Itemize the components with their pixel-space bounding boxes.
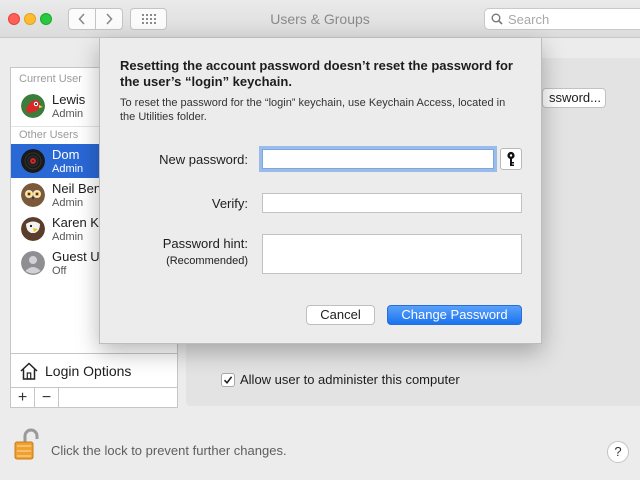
chevron-right-icon bbox=[106, 13, 113, 25]
user-name: Dom bbox=[52, 147, 80, 162]
new-password-label: New password: bbox=[159, 152, 248, 167]
verify-password-field[interactable] bbox=[262, 193, 522, 213]
show-all-button[interactable] bbox=[130, 8, 167, 30]
login-options-label: Login Options bbox=[45, 362, 132, 379]
user-role: Admin bbox=[52, 108, 84, 120]
remove-user-button[interactable]: − bbox=[35, 388, 59, 408]
admin-checkbox[interactable] bbox=[221, 372, 235, 387]
parrot-avatar-icon bbox=[21, 94, 45, 118]
help-button[interactable]: ? bbox=[607, 441, 629, 463]
current-user-header: Current User bbox=[19, 73, 82, 85]
guest-avatar-icon bbox=[21, 251, 45, 275]
user-name: Guest U bbox=[52, 249, 100, 264]
sheet-title: Resetting the account password doesn’t r… bbox=[120, 58, 513, 89]
owl-avatar-icon bbox=[21, 183, 45, 207]
password-hint-field[interactable] bbox=[262, 234, 522, 274]
admin-checkbox-label: Allow user to administer this computer bbox=[240, 372, 460, 387]
chevron-left-icon bbox=[78, 13, 85, 25]
user-name: Neil Ben bbox=[52, 181, 102, 196]
vinyl-record-avatar-icon bbox=[21, 149, 45, 173]
forward-button[interactable] bbox=[95, 8, 123, 30]
house-icon bbox=[20, 361, 38, 380]
new-password-field[interactable] bbox=[262, 149, 494, 169]
grid-icon bbox=[141, 14, 156, 24]
verify-label: Verify: bbox=[211, 196, 248, 211]
zoom-window-button[interactable] bbox=[40, 13, 52, 25]
search-placeholder: Search bbox=[508, 11, 550, 27]
search-field[interactable]: Search bbox=[484, 8, 640, 30]
password-hint-sublabel: (Recommended) bbox=[166, 255, 248, 267]
title-bar: Users & Groups Search bbox=[0, 0, 640, 38]
user-role: Admin bbox=[52, 231, 84, 243]
change-password-button[interactable]: Change Password bbox=[387, 305, 522, 325]
add-user-button[interactable]: + bbox=[11, 388, 35, 408]
add-remove-bar: + − bbox=[11, 387, 177, 408]
user-role: Admin bbox=[52, 197, 84, 209]
admin-checkbox-row[interactable]: Allow user to administer this computer bbox=[221, 372, 460, 387]
unlocked-padlock-icon bbox=[14, 428, 39, 460]
user-role: Off bbox=[52, 265, 67, 277]
user-name: Lewis bbox=[52, 92, 86, 107]
back-button[interactable] bbox=[68, 8, 96, 30]
reset-password-sheet: Resetting the account password doesn’t r… bbox=[99, 38, 542, 344]
user-name: Karen Kl bbox=[52, 215, 102, 230]
search-icon bbox=[491, 13, 503, 25]
lock-button[interactable] bbox=[12, 428, 40, 465]
other-users-header: Other Users bbox=[19, 129, 79, 141]
key-icon bbox=[507, 151, 515, 166]
minimize-window-button[interactable] bbox=[24, 13, 36, 25]
reset-password-button[interactable]: ssword... bbox=[542, 88, 606, 108]
window-title: Users & Groups bbox=[270, 11, 370, 27]
lock-status-text: Click the lock to prevent further change… bbox=[51, 443, 287, 458]
login-options-item[interactable]: Login Options bbox=[11, 353, 177, 387]
password-hint-label: Password hint: bbox=[162, 236, 248, 251]
close-window-button[interactable] bbox=[8, 13, 20, 25]
cancel-button[interactable]: Cancel bbox=[306, 305, 375, 325]
password-assistant-button[interactable] bbox=[500, 148, 522, 170]
sheet-description: To reset the password for the “login” ke… bbox=[120, 97, 506, 123]
eagle-avatar-icon bbox=[21, 217, 45, 241]
checkmark-icon bbox=[223, 375, 233, 384]
user-role: Admin bbox=[52, 163, 84, 175]
